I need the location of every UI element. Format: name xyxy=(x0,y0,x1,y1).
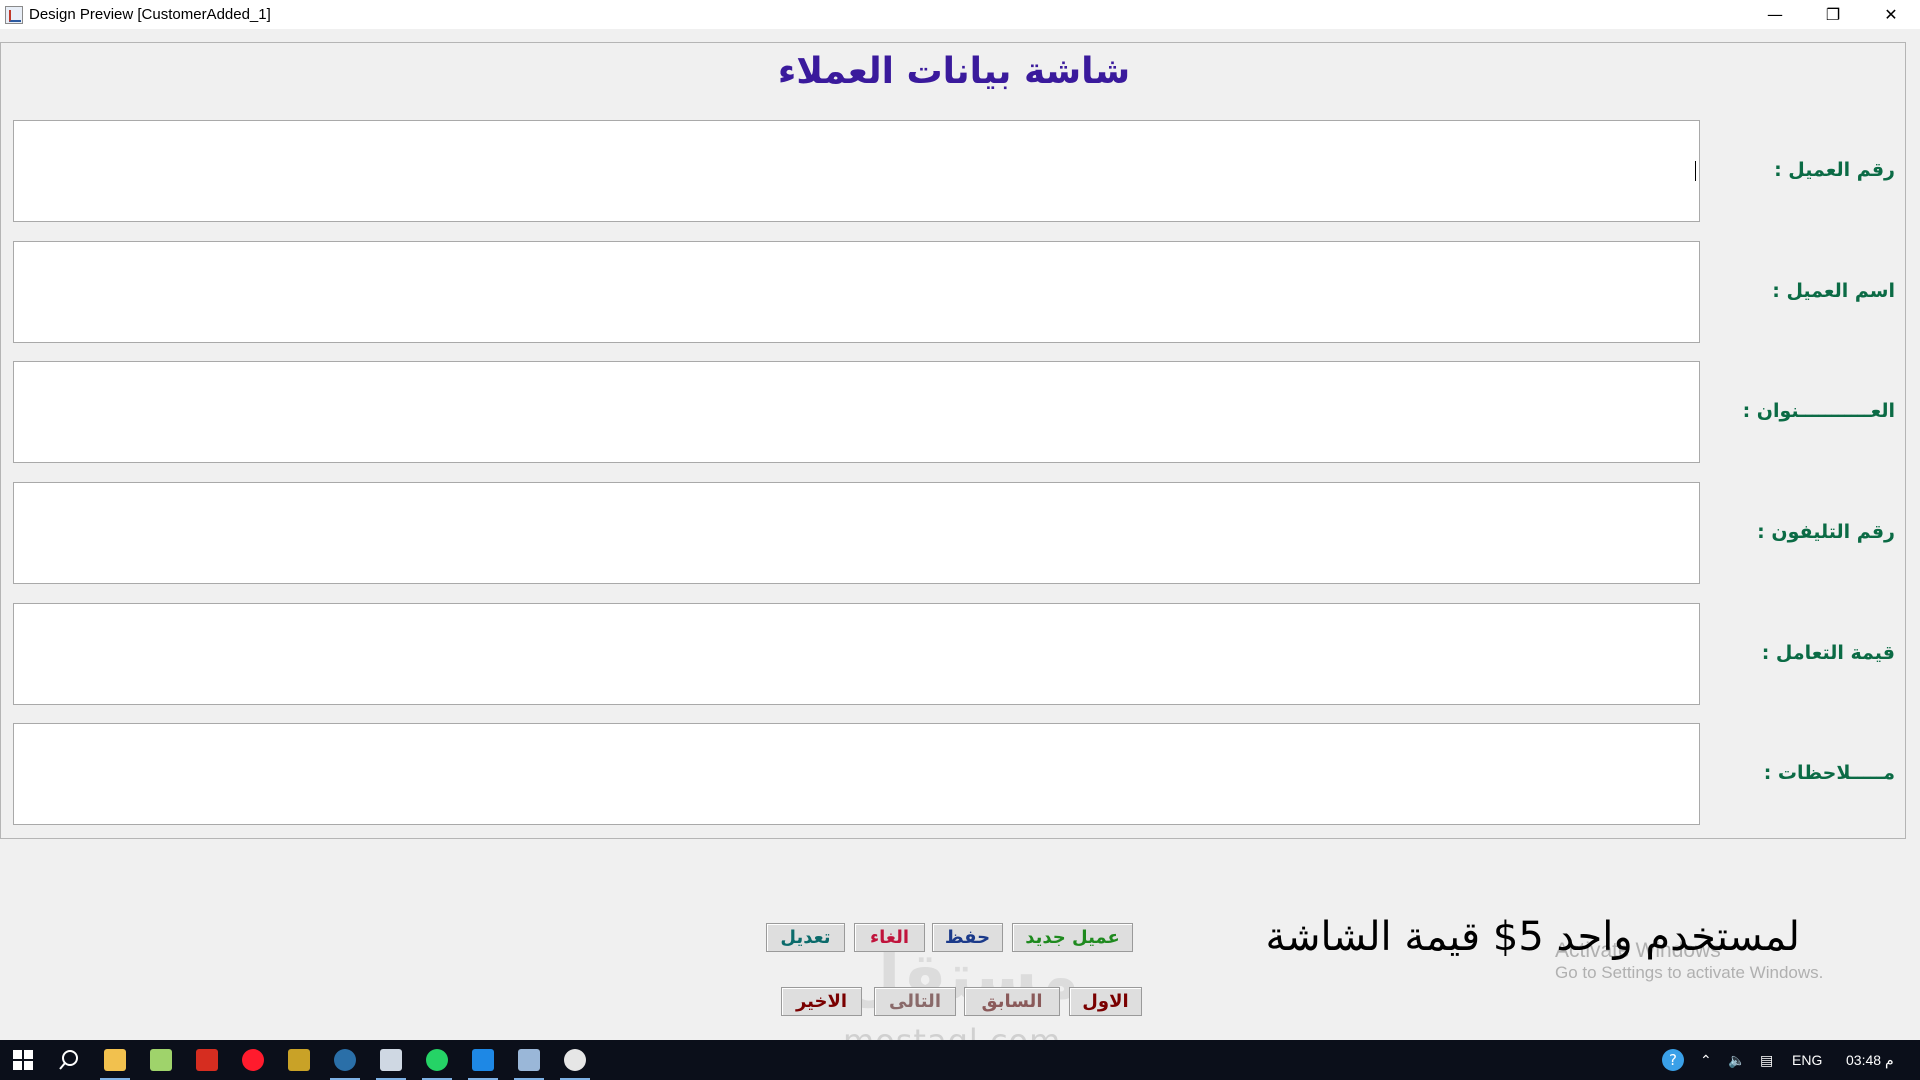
activate-windows-subtitle: Go to Settings to activate Windows. xyxy=(1555,963,1824,982)
save-button[interactable]: حفظ xyxy=(932,923,1003,952)
windows-start-icon[interactable] xyxy=(0,1040,46,1080)
language-indicator[interactable]: ENG xyxy=(1792,1040,1822,1080)
cancel-button[interactable]: الغاء xyxy=(854,923,925,952)
previous-record-button[interactable]: السابق xyxy=(964,987,1060,1016)
java-app-icon-taskbar[interactable] xyxy=(506,1040,552,1080)
new-customer-button[interactable]: عميل جديد xyxy=(1012,923,1133,952)
image-editor-icon[interactable] xyxy=(276,1040,322,1080)
notes-label: مـــــلاحظات : xyxy=(1763,762,1895,784)
document-icon[interactable] xyxy=(368,1040,414,1080)
notes-field[interactable] xyxy=(13,723,1700,825)
address-field[interactable] xyxy=(13,361,1700,463)
window-title: Design Preview [CustomerAdded_1] xyxy=(29,6,271,23)
taskbar: ? ⌃ 🔈 ▤ ENG 03:48 م xyxy=(0,1040,1920,1080)
customer-name-input[interactable] xyxy=(14,242,1699,342)
svg-text:?: ? xyxy=(1669,1051,1677,1069)
last-record-button[interactable]: الاخير xyxy=(781,987,862,1016)
volume-icon[interactable]: 🔈 xyxy=(1728,1040,1745,1080)
customer-form-panel: شاشة بيانات العملاء رقم العميل : اسم الع… xyxy=(0,42,1906,839)
help-icon[interactable]: ? xyxy=(1650,1040,1696,1080)
close-button[interactable]: ✕ xyxy=(1862,0,1920,29)
restore-button[interactable]: ❐ xyxy=(1804,0,1862,29)
customer-name-field[interactable] xyxy=(13,241,1700,343)
chevron-up-icon[interactable]: ⌃ xyxy=(1700,1040,1712,1080)
customer-name-label: اسم العميل : xyxy=(1772,280,1895,302)
phone-label: رقم التليفون : xyxy=(1757,521,1895,543)
java-app-icon xyxy=(5,5,23,24)
address-input[interactable] xyxy=(14,362,1699,462)
whatsapp-icon[interactable] xyxy=(414,1040,460,1080)
minimize-button[interactable]: — xyxy=(1746,0,1804,29)
phone-input[interactable] xyxy=(14,483,1699,583)
notepad-icon[interactable] xyxy=(138,1040,184,1080)
settings-app-icon[interactable] xyxy=(460,1040,506,1080)
paint-icon[interactable] xyxy=(552,1040,598,1080)
app-icon[interactable] xyxy=(322,1040,368,1080)
customer-number-label: رقم العميل : xyxy=(1774,159,1895,181)
window-controls: — ❐ ✕ xyxy=(1746,0,1920,29)
customer-number-field[interactable] xyxy=(13,120,1700,222)
search-icon[interactable] xyxy=(46,1040,92,1080)
next-record-button[interactable]: التالى xyxy=(874,987,956,1016)
notes-input[interactable] xyxy=(14,724,1699,824)
price-note: لمستخدم واحد 5$ قيمة الشاشة xyxy=(1265,914,1800,960)
phone-field[interactable] xyxy=(13,482,1700,584)
first-record-button[interactable]: الاول xyxy=(1069,987,1142,1016)
address-label: العـــــــــــنوان : xyxy=(1742,400,1895,422)
deal-value-input[interactable] xyxy=(14,604,1699,704)
opera-icon[interactable] xyxy=(230,1040,276,1080)
customer-number-input[interactable] xyxy=(14,121,1699,221)
deal-value-label: قيمة التعامل : xyxy=(1761,642,1895,664)
form-title: شاشة بيانات العملاء xyxy=(777,51,1131,92)
acrobat-icon[interactable] xyxy=(184,1040,230,1080)
clock[interactable]: 03:48 م xyxy=(1846,1040,1894,1080)
notification-icon[interactable]: ▤ xyxy=(1760,1040,1773,1080)
edit-button[interactable]: تعديل xyxy=(766,923,845,952)
file-explorer-icon[interactable] xyxy=(92,1040,138,1080)
window-title-bar: Design Preview [CustomerAdded_1] — ❐ ✕ xyxy=(0,0,1920,29)
deal-value-field[interactable] xyxy=(13,603,1700,705)
